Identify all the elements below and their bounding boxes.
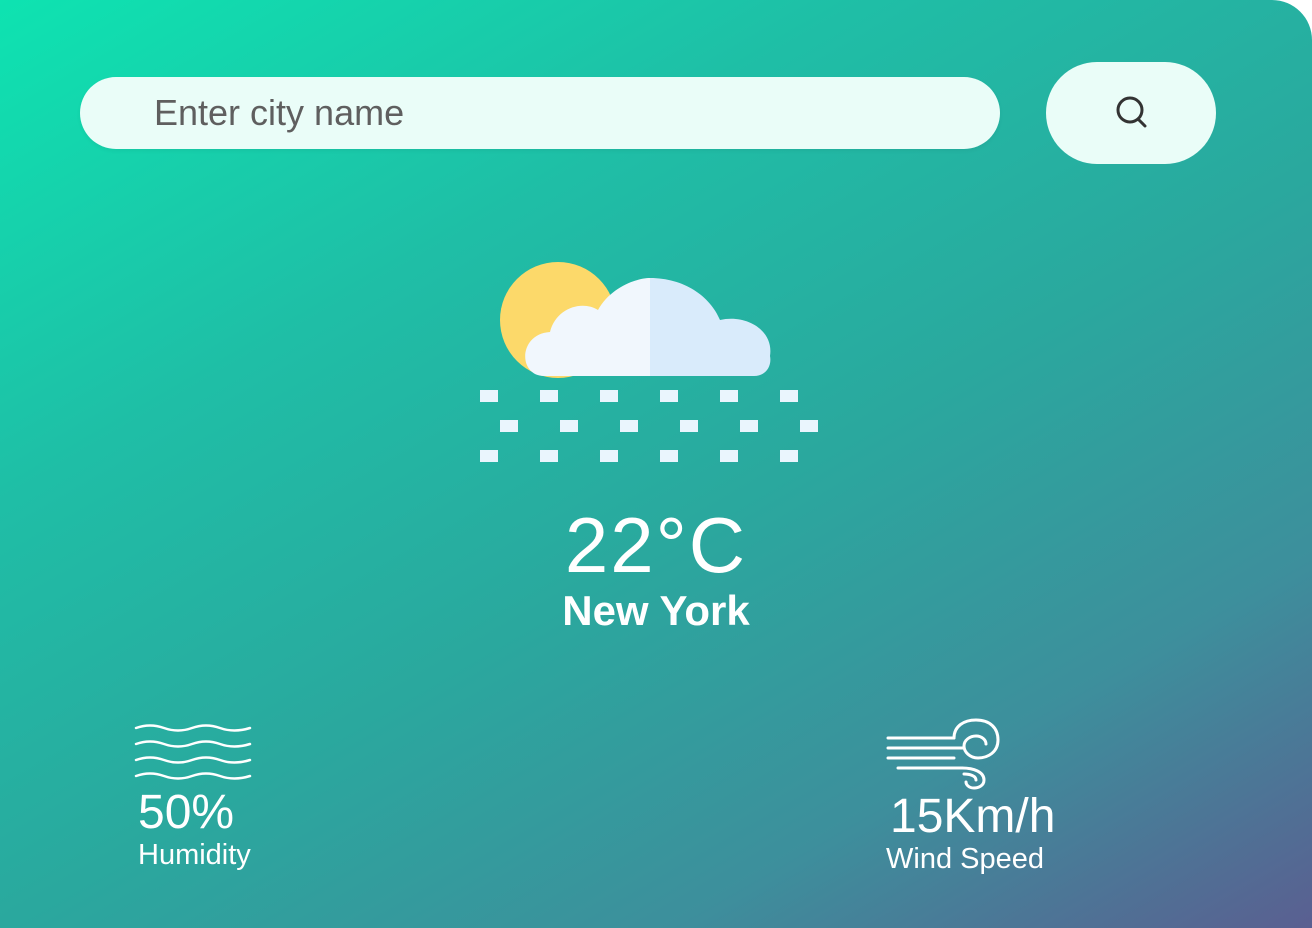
wind-icon (886, 718, 1000, 790)
wind-speed-value: 15Km/h (890, 790, 1056, 843)
search-bar (80, 77, 1000, 149)
search-button[interactable] (1046, 62, 1216, 164)
search-input[interactable] (154, 77, 974, 149)
humidity-label: Humidity (138, 839, 251, 871)
search-icon (1116, 96, 1147, 128)
humidity-value: 50% (138, 786, 235, 839)
weather-card: 22°C New York 50% Humidity 15Km/h Wind S… (0, 0, 1312, 928)
wind-speed-label: Wind Speed (886, 843, 1044, 875)
humidity-waves-icon (134, 724, 252, 780)
city-name: New York (562, 587, 750, 634)
cloud-rain-sun-icon (480, 262, 818, 462)
temperature: 22°C (564, 501, 748, 589)
